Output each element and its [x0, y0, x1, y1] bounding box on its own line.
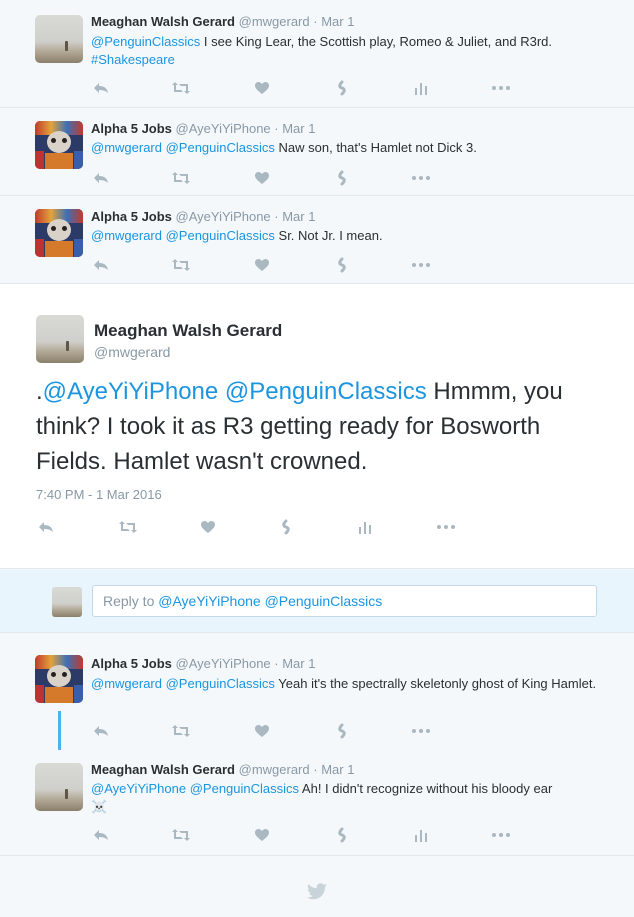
reply-icon[interactable]	[36, 518, 56, 536]
tweet-actions	[91, 722, 521, 740]
author-handle[interactable]: @mwgerard	[239, 762, 310, 777]
like-icon[interactable]	[252, 722, 272, 740]
reply-icon[interactable]	[91, 169, 111, 187]
mention-link[interactable]: @PenguinClassics	[91, 34, 200, 49]
tweet-time[interactable]: · Mar 1	[274, 209, 315, 224]
reply-input[interactable]: Reply to @AyeYiYiPhone @PenguinClassics	[92, 585, 597, 617]
author-handle[interactable]: @AyeYiYiPhone	[176, 209, 271, 224]
retweet-icon[interactable]	[171, 826, 191, 844]
author-name[interactable]: Meaghan Walsh Gerard	[91, 14, 235, 29]
tweet-actions	[91, 79, 521, 97]
tweet-text: @mwgerard @PenguinClassics Naw son, that…	[91, 140, 477, 155]
tweet-1[interactable]: Meaghan Walsh Gerard @mwgerard · Mar 1 @…	[0, 0, 634, 108]
tweet-text: @PenguinClassics I see King Lear, the Sc…	[91, 34, 552, 67]
reply-icon[interactable]	[91, 79, 111, 97]
moment-icon[interactable]	[332, 256, 352, 274]
tweet-text: .@AyeYiYiPhone @PenguinClassics Hmmm, yo…	[36, 378, 563, 475]
more-icon[interactable]	[411, 722, 431, 740]
retweet-icon[interactable]	[171, 722, 191, 740]
tweet-text: @AyeYiYiPhone @PenguinClassics Ah! I did…	[91, 781, 553, 814]
tweet-timestamp[interactable]: 7:40 PM - 1 Mar 2016	[36, 487, 162, 502]
mention-link[interactable]: @AyeYiYiPhone @PenguinClassics	[43, 378, 427, 405]
twitter-bird-icon	[306, 883, 328, 903]
author-name[interactable]: Meaghan Walsh Gerard	[94, 321, 282, 341]
avatar[interactable]	[35, 209, 83, 257]
reply-mentions: @AyeYiYiPhone @PenguinClassics	[158, 593, 383, 609]
tweet-actions	[91, 826, 521, 844]
retweet-icon[interactable]	[171, 169, 191, 187]
tweet-3[interactable]: Alpha 5 Jobs @AyeYiYiPhone · Mar 1 @mwge…	[0, 196, 634, 284]
mention-link[interactable]: @mwgerard @PenguinClassics	[91, 140, 275, 155]
like-icon[interactable]	[252, 826, 272, 844]
reply-icon[interactable]	[91, 722, 111, 740]
mention-link[interactable]: @mwgerard @PenguinClassics	[91, 676, 275, 691]
moment-icon[interactable]	[332, 722, 352, 740]
tweet-actions	[91, 256, 521, 274]
author-handle[interactable]: @mwgerard	[94, 344, 170, 360]
author-name[interactable]: Alpha 5 Jobs	[91, 121, 172, 136]
moment-icon[interactable]	[276, 518, 296, 536]
tweet-text: @mwgerard @PenguinClassics Yeah it's the…	[91, 676, 597, 691]
tweet-time[interactable]: · Mar 1	[313, 14, 354, 29]
reply-tweet-2[interactable]: Meaghan Walsh Gerard @mwgerard · Mar 1 @…	[0, 750, 634, 856]
tweet-actions	[91, 169, 521, 187]
like-icon[interactable]	[252, 79, 272, 97]
mention-link[interactable]: @AyeYiYiPhone @PenguinClassics	[91, 781, 299, 796]
author-handle[interactable]: @AyeYiYiPhone	[176, 121, 271, 136]
hashtag-link[interactable]: #Shakespeare	[91, 52, 175, 67]
more-icon[interactable]	[411, 169, 431, 187]
avatar[interactable]	[36, 315, 84, 363]
analytics-icon[interactable]	[411, 826, 431, 844]
tweet-2[interactable]: Alpha 5 Jobs @AyeYiYiPhone · Mar 1 @mwge…	[0, 108, 634, 196]
avatar[interactable]	[35, 763, 83, 811]
tweet-actions	[36, 518, 466, 536]
moment-icon[interactable]	[332, 826, 352, 844]
tweet-time[interactable]: · Mar 1	[274, 121, 315, 136]
analytics-icon[interactable]	[355, 518, 375, 536]
avatar[interactable]	[35, 121, 83, 169]
moment-icon[interactable]	[332, 79, 352, 97]
tweet-text: @mwgerard @PenguinClassics Sr. Not Jr. I…	[91, 228, 383, 243]
retweet-icon[interactable]	[171, 79, 191, 97]
avatar[interactable]	[35, 15, 83, 63]
like-icon[interactable]	[252, 256, 272, 274]
tweet-time[interactable]: · Mar 1	[313, 762, 354, 777]
retweet-icon[interactable]	[118, 518, 138, 536]
more-icon[interactable]	[491, 826, 511, 844]
tweet-time[interactable]: · Mar 1	[274, 656, 315, 671]
author-name[interactable]: Meaghan Walsh Gerard	[91, 762, 235, 777]
avatar[interactable]	[35, 655, 83, 703]
author-name[interactable]: Alpha 5 Jobs	[91, 656, 172, 671]
more-icon[interactable]	[491, 79, 511, 97]
author-name[interactable]: Alpha 5 Jobs	[91, 209, 172, 224]
more-icon[interactable]	[411, 256, 431, 274]
avatar	[52, 587, 82, 617]
reply-composer: Reply to @AyeYiYiPhone @PenguinClassics	[0, 570, 634, 633]
analytics-icon[interactable]	[411, 79, 431, 97]
mention-link[interactable]: @mwgerard @PenguinClassics	[91, 228, 275, 243]
author-handle[interactable]: @mwgerard	[239, 14, 310, 29]
reply-icon[interactable]	[91, 256, 111, 274]
expanded-tweet: Meaghan Walsh Gerard @mwgerard .@AyeYiYi…	[0, 284, 634, 569]
like-icon[interactable]	[198, 518, 218, 536]
reply-icon[interactable]	[91, 826, 111, 844]
retweet-icon[interactable]	[171, 256, 191, 274]
author-handle[interactable]: @AyeYiYiPhone	[176, 656, 271, 671]
skull-crossbones-emoji: ☠️	[91, 799, 108, 814]
reply-tweet-1[interactable]: Alpha 5 Jobs @AyeYiYiPhone · Mar 1 @mwge…	[0, 634, 634, 750]
like-icon[interactable]	[252, 169, 272, 187]
moment-icon[interactable]	[332, 169, 352, 187]
more-icon[interactable]	[436, 518, 456, 536]
